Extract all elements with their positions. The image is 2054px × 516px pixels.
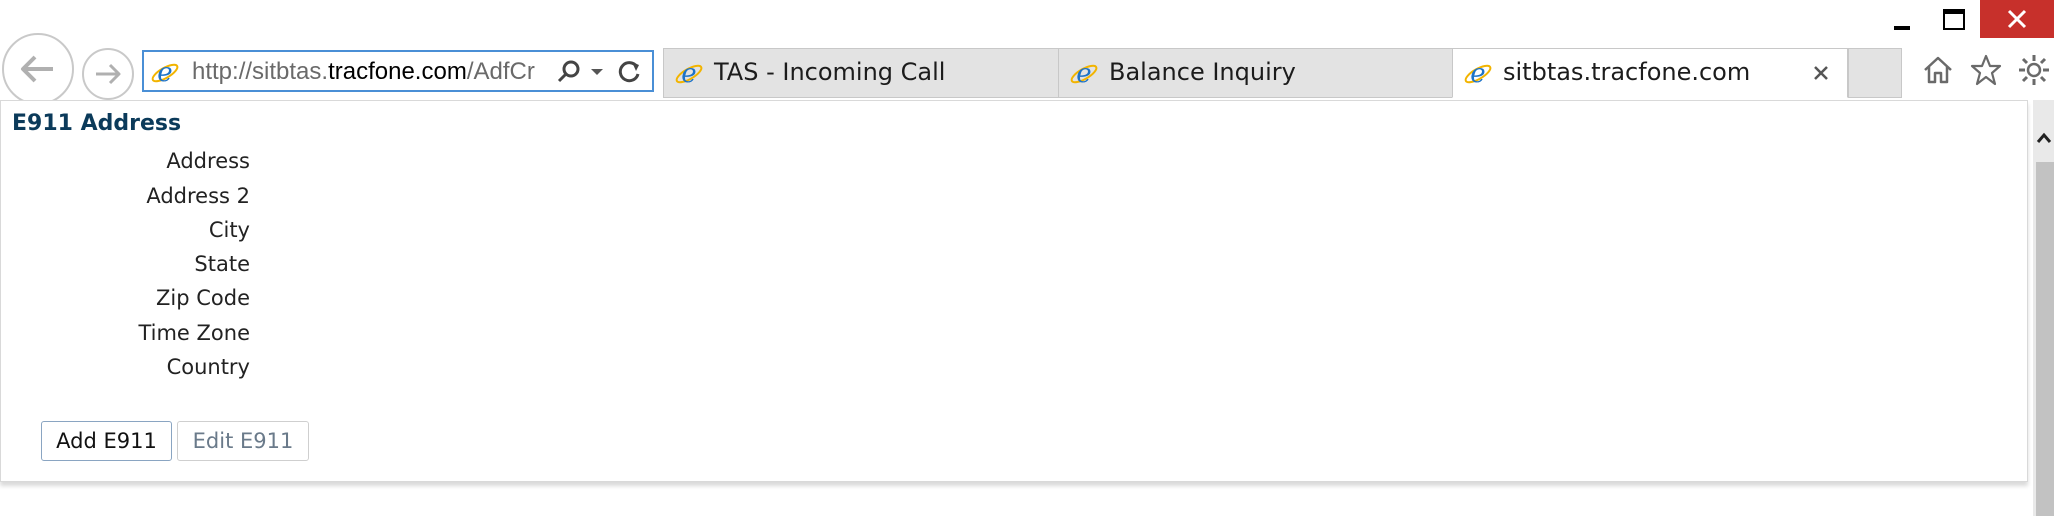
refresh-button[interactable] (614, 56, 646, 88)
new-tab-button[interactable] (1848, 48, 1902, 98)
maximize-icon (1943, 8, 1965, 30)
dropdown-icon (591, 69, 603, 75)
field-label-time-zone: Time Zone (138, 321, 250, 345)
ie-logo-icon: e (1464, 59, 1492, 89)
svg-text:e: e (1470, 59, 1485, 89)
field-label-zip-code: Zip Code (156, 286, 250, 310)
close-window-button[interactable] (1980, 0, 2054, 38)
minimize-button[interactable] (1878, 0, 1926, 38)
tab-close-button[interactable] (1807, 59, 1835, 87)
svg-text:e: e (1076, 59, 1091, 89)
refresh-icon (618, 61, 640, 83)
forward-arrow-icon (96, 63, 121, 85)
star-icon (1970, 54, 2002, 86)
back-arrow-icon (21, 55, 53, 83)
gear-icon (2019, 55, 2049, 85)
field-label-country: Country (166, 355, 250, 379)
home-button[interactable] (1918, 50, 1958, 90)
field-label-address: Address (166, 149, 250, 173)
svg-text:e: e (681, 59, 696, 89)
field-label-state: State (194, 252, 250, 276)
search-icon (557, 60, 580, 83)
search-button[interactable] (554, 56, 584, 88)
ie-logo-icon: e (1070, 59, 1098, 89)
forward-button[interactable] (82, 48, 134, 100)
settings-button[interactable] (2014, 50, 2054, 90)
tab-sitbtas[interactable]: e sitbtas.tracfone.com (1452, 48, 1848, 98)
address-bar[interactable]: e http://sitbtas.tracfone.com/AdfCr (142, 50, 654, 92)
field-label-city: City (208, 218, 250, 242)
scroll-up-button[interactable] (2033, 118, 2054, 158)
ie-logo-icon: e (151, 58, 179, 88)
scrollbar-thumb[interactable] (2036, 162, 2054, 516)
tab-label: Balance Inquiry (1109, 58, 1296, 86)
tab-tas-incoming-call[interactable]: e TAS - Incoming Call (663, 48, 1059, 98)
url-text[interactable]: http://sitbtas.tracfone.com/AdfCr (192, 57, 550, 87)
back-button[interactable] (2, 33, 74, 105)
tab-label: TAS - Incoming Call (714, 58, 946, 86)
panel-title: E911 Address (12, 111, 182, 136)
field-label-address-2: Address 2 (146, 184, 250, 208)
chevron-up-icon (2036, 132, 2051, 143)
close-icon (2007, 9, 2027, 29)
svg-text:e: e (157, 58, 172, 88)
close-icon (1814, 66, 1828, 80)
ie-logo-icon: e (675, 59, 703, 89)
favorites-button[interactable] (1966, 50, 2006, 90)
tab-balance-inquiry[interactable]: e Balance Inquiry (1058, 48, 1454, 98)
tab-label: sitbtas.tracfone.com (1503, 58, 1751, 86)
add-e911-button[interactable]: Add E911 (41, 421, 172, 461)
minimize-icon (1894, 26, 1910, 30)
maximize-button[interactable] (1930, 0, 1978, 38)
edit-e911-button[interactable]: Edit E911 (177, 421, 309, 461)
home-icon (1924, 56, 1952, 84)
address-dropdown-button[interactable] (586, 56, 608, 88)
e911-address-panel: E911 Address Address Address 2 City Stat… (0, 100, 2028, 482)
